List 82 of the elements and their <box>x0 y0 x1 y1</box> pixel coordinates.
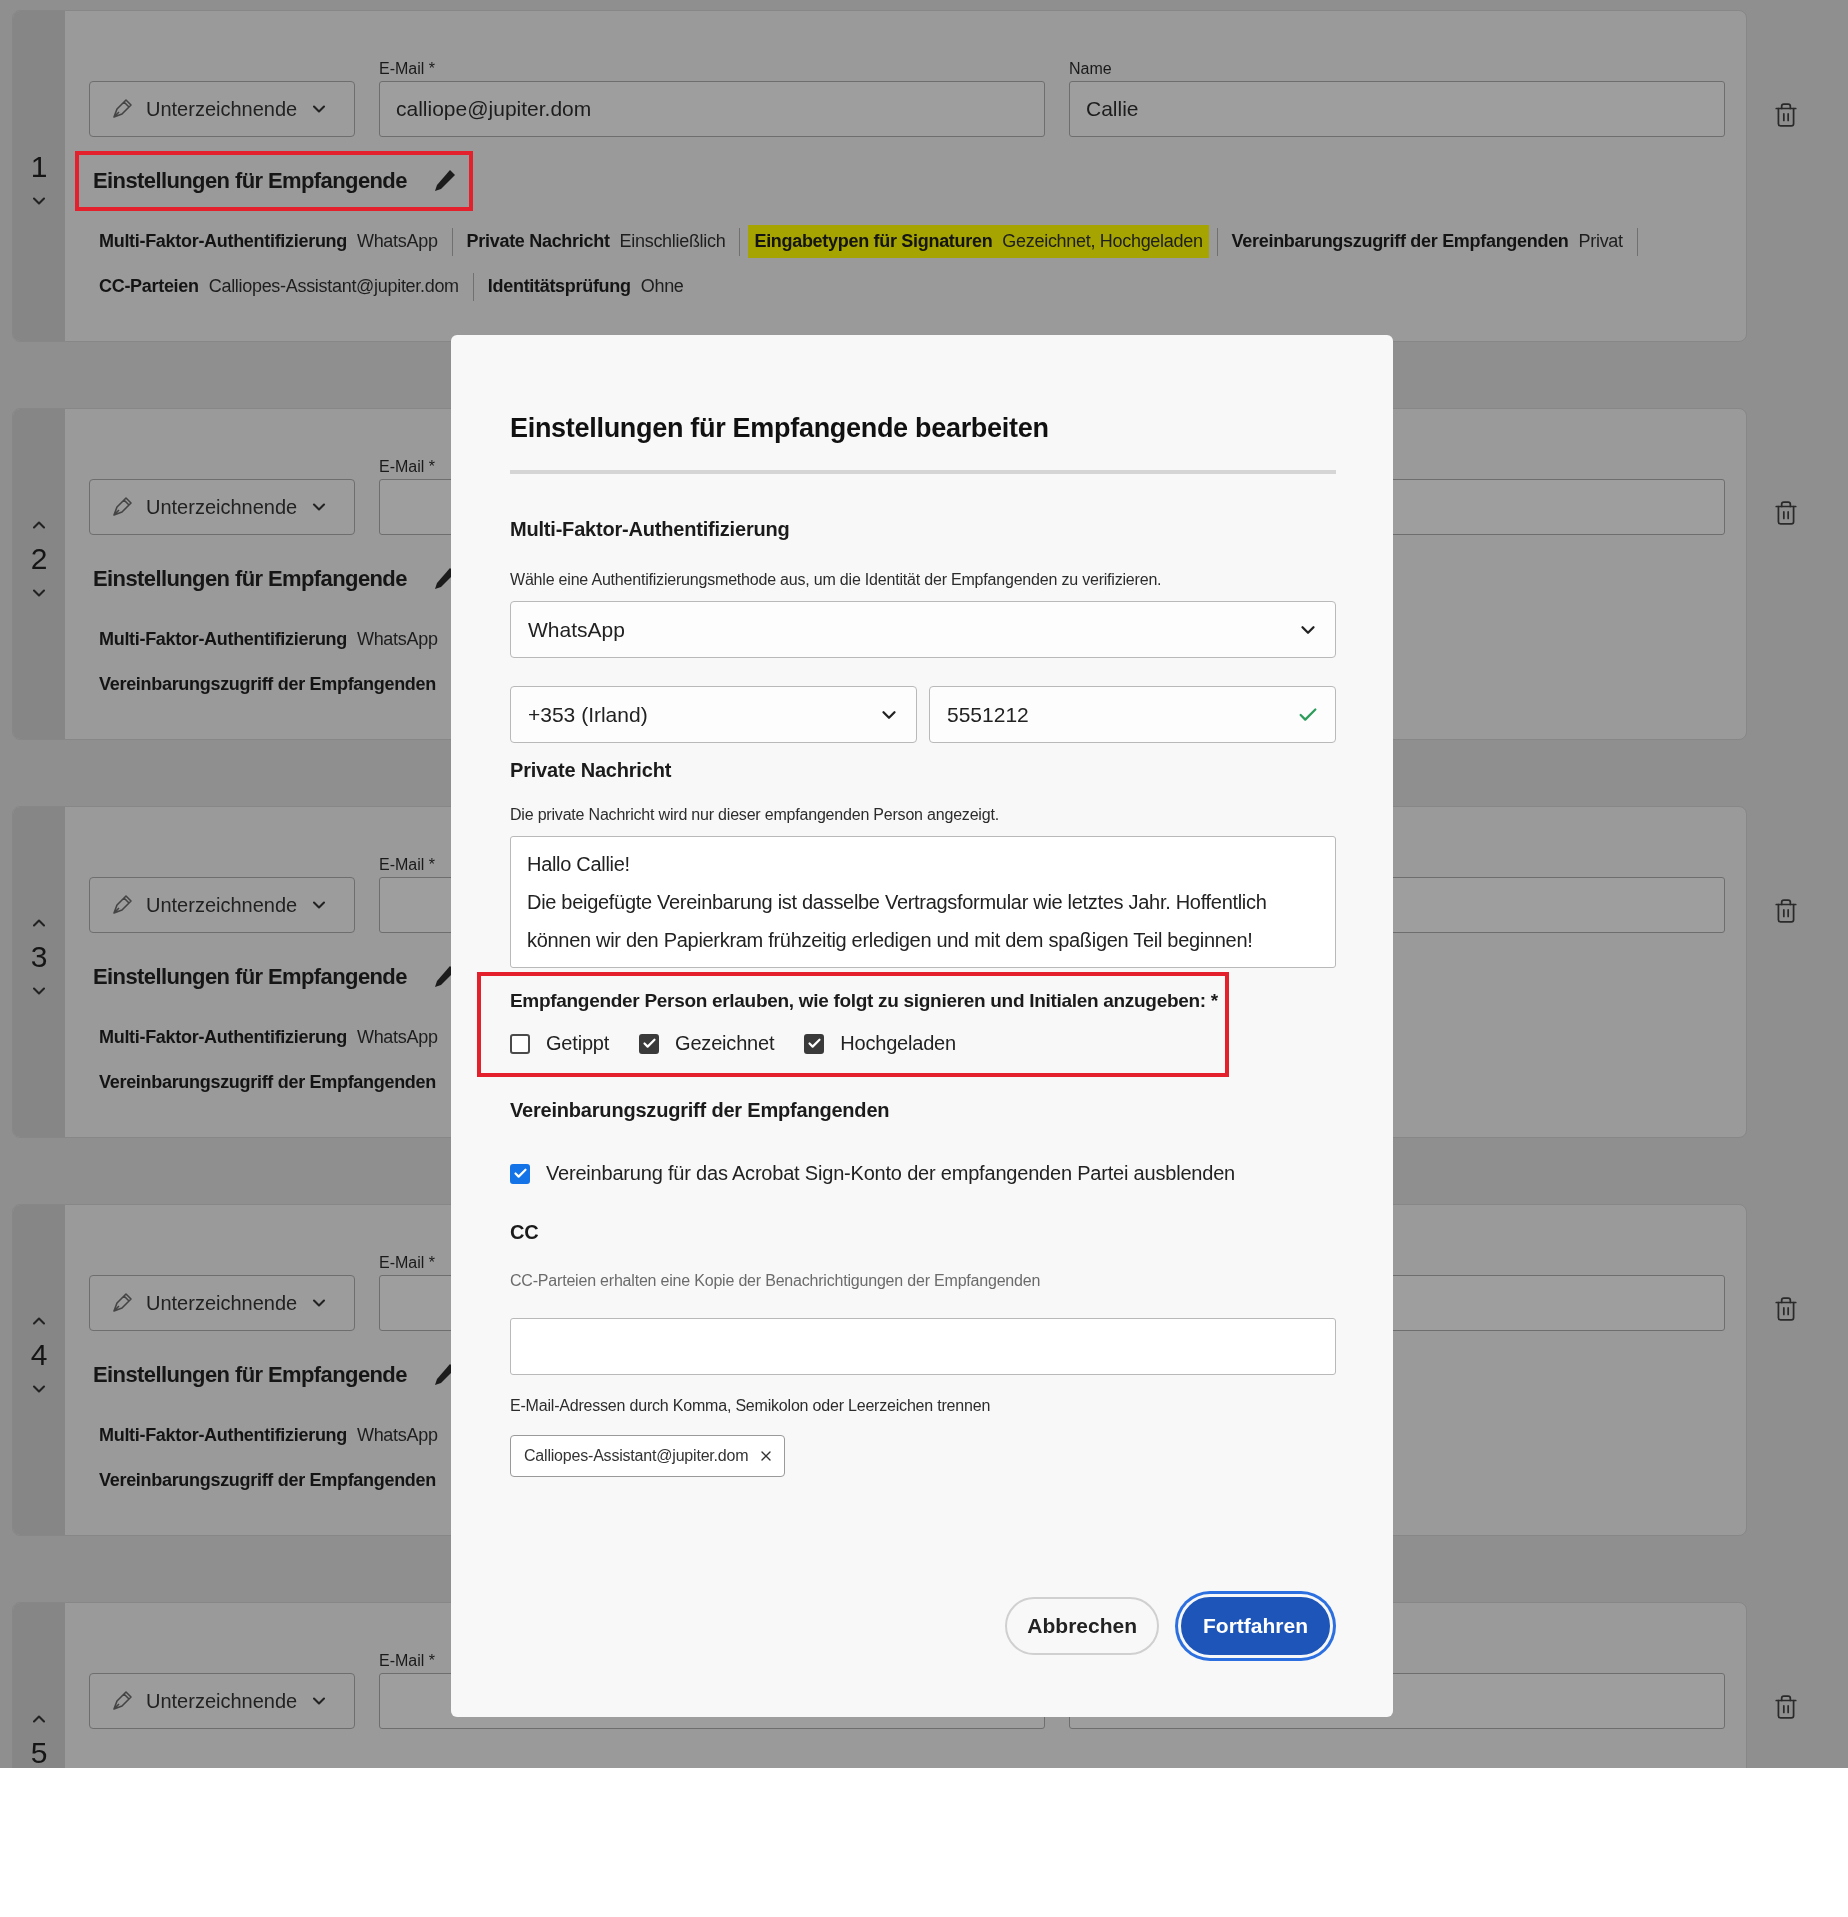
section-heading: CC <box>510 1221 539 1244</box>
field-label: E-Mail * <box>379 59 435 79</box>
field-label: E-Mail * <box>379 1651 435 1671</box>
setting-value: WhatsApp <box>356 1425 438 1446</box>
check-icon <box>806 1036 822 1051</box>
trash-icon[interactable] <box>1773 898 1799 924</box>
email-tag: Calliopes-Assistant@jupiter.dom <box>510 1435 786 1477</box>
settings-title: Einstellungen für Empfangende <box>93 168 407 194</box>
setting-label: Vereinbarungszugriff der Empfangenden <box>99 1470 436 1491</box>
pen-nib-icon <box>110 495 134 519</box>
settings-title: Einstellungen für Empfangende <box>93 964 407 990</box>
check-icon <box>641 1036 657 1051</box>
cc-input-field[interactable] <box>510 1318 1336 1375</box>
field-label: E-Mail * <box>379 855 435 875</box>
checkbox[interactable] <box>639 1033 660 1054</box>
setting-value: Gezeichnet, Hochgeladen <box>1002 231 1203 252</box>
setting-label: Multi-Faktor-Authentifizierung <box>99 1027 347 1048</box>
role-dropdown[interactable]: Unterzeichnende <box>89 1275 355 1331</box>
checkbox[interactable] <box>510 1033 530 1054</box>
check-icon <box>512 1166 528 1181</box>
recipient-number: 5 <box>30 1735 48 1768</box>
setting-value: Calliopes-Assistant@jupiter.dom <box>208 276 459 297</box>
section-hint: Die private Nachricht wird nur dieser empfangenden Person angezeigt. <box>510 806 999 824</box>
setting-label: Identitätsprüfung <box>487 276 631 297</box>
checkbox[interactable] <box>804 1033 825 1054</box>
pen-nib-icon <box>110 97 134 121</box>
setting-value: WhatsApp <box>356 231 438 252</box>
name-field[interactable]: Callie <box>1069 81 1725 137</box>
trash-icon[interactable] <box>1773 1694 1799 1720</box>
section-heading: Vereinbarungszugriff der Empfangenden <box>510 1099 890 1122</box>
role-dropdown[interactable]: Unterzeichnende <box>89 81 355 137</box>
checkbox-label: Vereinbarung für das Acrobat Sign-Konto der empfangenden Partei ausblenden <box>546 1162 1236 1185</box>
field-label: E-Mail * <box>379 1253 435 1273</box>
pen-nib-icon <box>110 1689 134 1713</box>
setting-value: Privat <box>1578 231 1623 252</box>
cancel-button[interactable]: Abbrechen <box>1005 1597 1159 1655</box>
setting-label: Multi-Faktor-Authentifizierung <box>99 231 347 252</box>
checkbox-label: Gezeichnet <box>675 1032 775 1055</box>
field-label: E-Mail * <box>379 457 435 477</box>
checkbox-label: Getippt <box>546 1032 610 1055</box>
setting-label: Private Nachricht <box>466 231 610 252</box>
field-label: Name <box>1069 59 1112 79</box>
recipient-number: 1 <box>30 149 48 185</box>
role-dropdown[interactable]: Unterzeichnende <box>89 479 355 535</box>
method-dropdown[interactable]: WhatsApp <box>510 601 1336 658</box>
email-field[interactable]: calliope@jupiter.dom <box>379 81 1045 137</box>
pen-nib-icon <box>110 1291 134 1315</box>
trash-icon[interactable] <box>1773 102 1799 128</box>
recipient-number: 3 <box>30 939 48 975</box>
recipient-number: 2 <box>30 541 48 577</box>
country-dropdown[interactable]: +353 (Irland) <box>510 686 917 743</box>
trash-icon[interactable] <box>1773 500 1799 526</box>
section-hint: Wähle eine Authentifizierungsmethode aus, um die Identität der Empfangenden zu verifizieren. <box>510 571 1162 589</box>
recipient-number: 4 <box>30 1337 48 1373</box>
setting-value: WhatsApp <box>356 1027 438 1048</box>
setting-value: Ohne <box>640 276 684 297</box>
message-field[interactable]: Hallo Callie! Die beigefügte Vereinbarung ist dasselbe Vertragsformular wie letztes Jahr. Hoffentlich können wir den Papierkram frühzeitig erledigen und mit dem spaßigen Teil beginnen! <box>510 836 1336 968</box>
setting-label: Vereinbarungszugriff der Empfangenden <box>1231 231 1569 252</box>
setting-label: Vereinbarungszugriff der Empfangenden <box>99 1072 436 1093</box>
trash-icon[interactable] <box>1773 1296 1799 1322</box>
field-hint: E-Mail-Adressen durch Komma, Semikolon oder Leerzeichen trennen <box>510 1397 991 1415</box>
pen-nib-icon <box>110 893 134 917</box>
section-heading: Private Nachricht <box>510 759 672 782</box>
setting-value: WhatsApp <box>356 629 438 650</box>
settings-title: Einstellungen für Empfangende <box>93 1362 407 1388</box>
role-dropdown[interactable]: Unterzeichnende <box>89 1673 355 1729</box>
group-label: Empfangender Person erlauben, wie folgt zu signieren und Initialen anzugeben: * <box>510 990 1219 1012</box>
setting-label: Eingabetypen für Signaturen <box>754 231 993 252</box>
checkbox[interactable] <box>510 1163 530 1184</box>
settings-title: Einstellungen für Empfangende <box>93 566 407 592</box>
setting-label: Multi-Faktor-Authentifizierung <box>99 1425 347 1446</box>
pencil-icon[interactable] <box>432 168 457 194</box>
section-heading: Multi-Faktor-Authentifizierung <box>510 518 790 541</box>
section-hint: CC-Parteien erhalten eine Kopie der Benachrichtigungen der Empfangenden <box>510 1272 1041 1290</box>
setting-label: Vereinbarungszugriff der Empfangenden <box>99 674 436 695</box>
phone-field[interactable]: 5551212 <box>929 686 1336 743</box>
setting-label: Multi-Faktor-Authentifizierung <box>99 629 347 650</box>
role-dropdown[interactable]: Unterzeichnende <box>89 877 355 933</box>
checkbox-label: Hochgeladen <box>840 1032 956 1055</box>
setting-value: Einschließlich <box>619 231 726 252</box>
setting-label: CC-Parteien <box>99 276 199 297</box>
dialog-title: Einstellungen für Empfangende bearbeiten <box>510 413 1050 444</box>
